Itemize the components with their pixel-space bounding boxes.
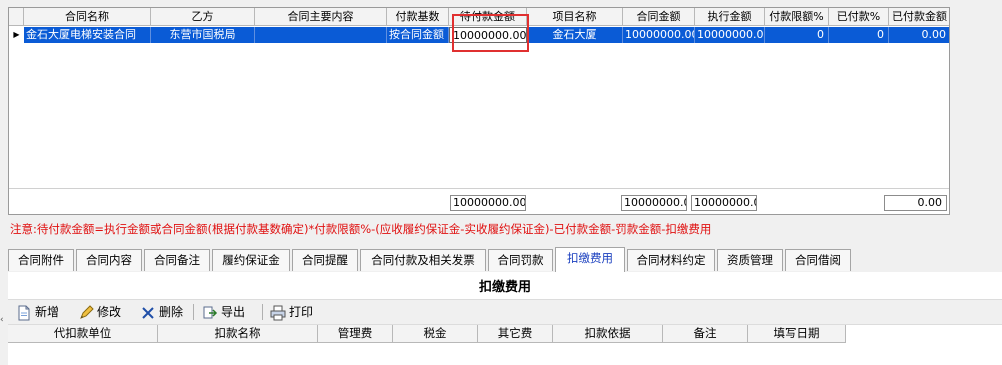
delete-x-icon bbox=[142, 306, 154, 319]
withholding-grid[interactable]: 代扣款单位 扣款名称 管理费 税金 其它费 扣款依据 备注 填写日期 bbox=[8, 325, 846, 365]
col-fill-date[interactable]: 填写日期 bbox=[748, 325, 846, 343]
highlight-box bbox=[452, 14, 529, 52]
cell-paid-amount[interactable]: 0.00 bbox=[889, 27, 949, 43]
col-other-fees[interactable]: 其它费 bbox=[478, 325, 553, 343]
collapse-handle[interactable]: ‹ bbox=[0, 315, 4, 325]
cell-project-name[interactable]: 金石大厦 bbox=[527, 27, 623, 43]
cell-party-b[interactable]: 东营市国税局 bbox=[151, 27, 255, 43]
tab-contract-reminder[interactable]: 合同提醒 bbox=[292, 249, 358, 271]
col-payment-limit[interactable]: 付款限额% bbox=[765, 8, 829, 26]
footer-divider bbox=[9, 188, 949, 189]
print-button[interactable]: 打印 bbox=[270, 303, 313, 321]
col-withholding-basis[interactable]: 扣款依据 bbox=[553, 325, 663, 343]
col-management-fee[interactable]: 管理费 bbox=[318, 325, 393, 343]
cell-payment-limit[interactable]: 0 bbox=[765, 27, 829, 43]
footer-paid-total: 0.00 bbox=[884, 195, 947, 211]
toolbar-separator bbox=[262, 304, 263, 320]
tab-material-agreement[interactable]: 合同材料约定 bbox=[627, 249, 715, 271]
col-withholding-name[interactable]: 扣款名称 bbox=[158, 325, 318, 343]
export-icon bbox=[203, 306, 218, 318]
col-contract-name[interactable]: 合同名称 bbox=[24, 8, 151, 26]
add-button[interactable]: 新增 bbox=[16, 303, 59, 321]
printer-icon bbox=[270, 305, 286, 320]
col-party-b[interactable]: 乙方 bbox=[151, 8, 255, 26]
withholding-panel: 扣缴费用 新增 修改 删除 导出 打印 代扣款单位 扣款名称 管理费 税金 其它… bbox=[8, 272, 1002, 365]
col-main-content[interactable]: 合同主要内容 bbox=[255, 8, 387, 26]
row-indicator: ▶ bbox=[13, 30, 20, 39]
cell-main-content[interactable] bbox=[255, 27, 387, 43]
formula-note: 注意:待付款金额=执行金额或合同金额(根据付款基数确定)*付款限额%-(应收履约… bbox=[10, 222, 712, 236]
delete-button[interactable]: 删除 bbox=[140, 303, 183, 321]
contract-grid[interactable]: 合同名称 乙方 合同主要内容 付款基数 待付款金额 项目名称 合同金额 执行金额… bbox=[8, 7, 950, 215]
tab-bar: 合同附件 合同内容 合同备注 履约保证金 合同提醒 合同付款及相关发票 合同罚款… bbox=[8, 247, 1002, 273]
edit-button[interactable]: 修改 bbox=[78, 303, 121, 321]
col-remarks[interactable]: 备注 bbox=[663, 325, 748, 343]
toolbar-separator bbox=[193, 304, 194, 320]
pencil-icon bbox=[80, 304, 94, 319]
col-paid-amount[interactable]: 已付款金额 bbox=[889, 8, 949, 26]
tab-contract-attachment[interactable]: 合同附件 bbox=[8, 249, 74, 271]
cell-paid-percent[interactable]: 0 bbox=[829, 27, 889, 43]
col-execute-amount[interactable]: 执行金额 bbox=[695, 8, 765, 26]
export-button[interactable]: 导出 bbox=[202, 303, 245, 321]
panel-title: 扣缴费用 bbox=[478, 280, 531, 295]
tab-qualification[interactable]: 资质管理 bbox=[717, 249, 783, 271]
footer-execute-total: 10000000.00 bbox=[691, 195, 757, 211]
col-paid-percent[interactable]: 已付款% bbox=[829, 8, 889, 26]
col-project-name[interactable]: 项目名称 bbox=[527, 8, 623, 26]
new-document-icon bbox=[18, 305, 30, 320]
tab-performance-bond[interactable]: 履约保证金 bbox=[212, 249, 290, 271]
row-header-corner bbox=[9, 8, 24, 26]
col-payment-basis[interactable]: 付款基数 bbox=[387, 8, 449, 26]
cell-execute-amount[interactable]: 10000000.00 bbox=[695, 27, 765, 43]
cell-payment-basis[interactable]: 按合同金额 bbox=[387, 27, 449, 43]
cell-contract-name[interactable]: 金石大厦电梯安装合同 bbox=[24, 27, 151, 43]
col-withholding-unit[interactable]: 代扣款单位 bbox=[8, 325, 158, 343]
tab-contract-borrowing[interactable]: 合同借阅 bbox=[785, 249, 851, 271]
toolbar: 新增 修改 删除 导出 打印 bbox=[8, 299, 1002, 325]
tab-payment-invoice[interactable]: 合同付款及相关发票 bbox=[360, 249, 486, 271]
cell-contract-amount[interactable]: 10000000.00 bbox=[623, 27, 695, 43]
tab-contract-content[interactable]: 合同内容 bbox=[76, 249, 142, 271]
col-contract-amount[interactable]: 合同金额 bbox=[623, 8, 695, 26]
tab-withholding-fees[interactable]: 扣缴费用 bbox=[555, 247, 625, 273]
tab-contract-remarks[interactable]: 合同备注 bbox=[144, 249, 210, 271]
col-tax[interactable]: 税金 bbox=[393, 325, 478, 343]
tab-contract-penalty[interactable]: 合同罚款 bbox=[488, 249, 553, 271]
footer-contract-total: 10000000.00 bbox=[621, 195, 687, 211]
footer-pending-total: 10000000.00 bbox=[450, 195, 526, 211]
